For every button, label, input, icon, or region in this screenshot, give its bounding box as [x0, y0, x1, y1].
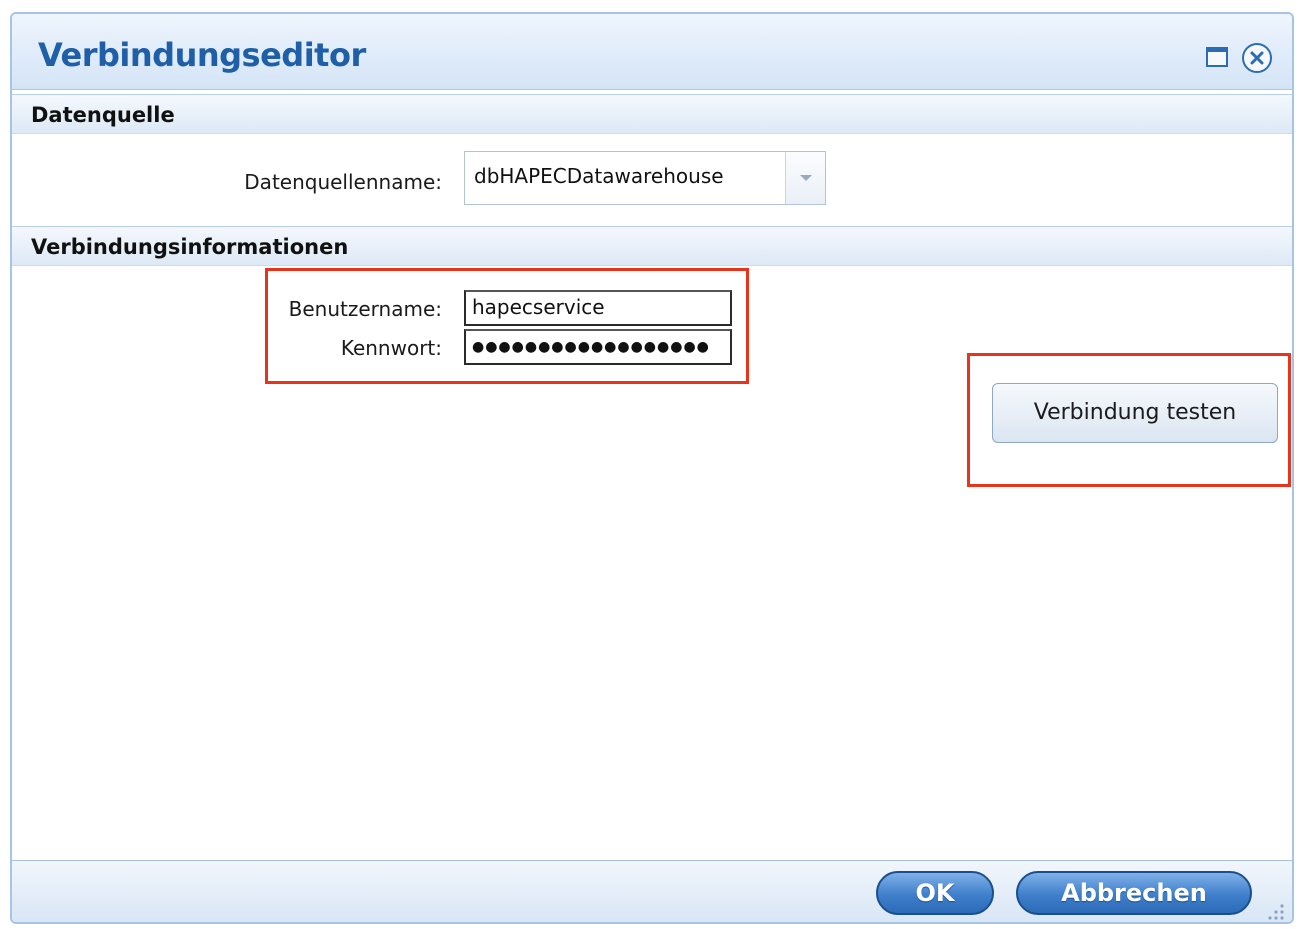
- close-icon[interactable]: [1242, 43, 1272, 73]
- ok-button[interactable]: OK: [876, 871, 994, 915]
- datasource-name-value: dbHAPECDatawarehouse: [474, 164, 724, 188]
- connection-editor-dialog: Verbindungseditor Datenquelle Datenquell…: [10, 12, 1294, 924]
- cancel-button[interactable]: Abbrechen: [1016, 871, 1252, 915]
- password-label: Kennwort:: [340, 336, 442, 360]
- datasource-name-label: Datenquellenname:: [244, 170, 442, 194]
- dropdown-button[interactable]: [785, 152, 825, 204]
- maximize-icon[interactable]: [1206, 47, 1228, 67]
- connection-section-header: Verbindungsinformationen: [12, 226, 1292, 266]
- datasource-section-header: Datenquelle: [12, 94, 1292, 134]
- credentials-highlight-box: [265, 268, 749, 384]
- chevron-down-icon: [800, 175, 812, 181]
- dialog-titlebar[interactable]: Verbindungseditor: [12, 14, 1292, 90]
- password-input[interactable]: ●●●●●●●●●●●●●●●●●●: [464, 329, 732, 365]
- datasource-section-title: Datenquelle: [31, 103, 175, 127]
- dialog-footer: OK Abbrechen: [12, 860, 1292, 922]
- test-connection-button[interactable]: Verbindung testen: [992, 383, 1278, 443]
- connection-section-title: Verbindungsinformationen: [31, 235, 349, 259]
- username-label: Benutzername:: [288, 297, 442, 321]
- dialog-title: Verbindungseditor: [38, 36, 366, 74]
- username-input[interactable]: hapecservice: [464, 290, 732, 326]
- datasource-name-select[interactable]: dbHAPECDatawarehouse: [464, 151, 826, 205]
- resize-grip-icon[interactable]: [1266, 902, 1286, 922]
